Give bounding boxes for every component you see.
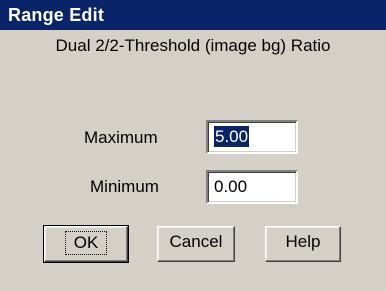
maximum-value: 5.00 [214, 126, 250, 147]
maximum-input[interactable]: 5.00 [206, 120, 298, 154]
cancel-button[interactable]: Cancel [157, 226, 235, 262]
help-button[interactable]: Help [265, 226, 341, 262]
ok-button[interactable]: OK [43, 225, 129, 263]
window-title: Range Edit [8, 5, 105, 25]
minimum-input[interactable]: 0.00 [206, 170, 298, 204]
maximum-label: Maximum [84, 128, 158, 147]
minimum-value: 0.00 [214, 177, 248, 196]
title-bar[interactable]: Range Edit [0, 0, 386, 30]
range-description: Dual 2/2-Threshold (image bg) Ratio [55, 36, 331, 55]
ok-button-label: OK [64, 231, 108, 255]
range-edit-dialog: Range Edit Dual 2/2-Threshold (image bg)… [0, 0, 386, 291]
minimum-label: Minimum [90, 177, 159, 196]
cancel-button-label: Cancel [169, 232, 223, 251]
help-button-label: Help [285, 232, 321, 251]
